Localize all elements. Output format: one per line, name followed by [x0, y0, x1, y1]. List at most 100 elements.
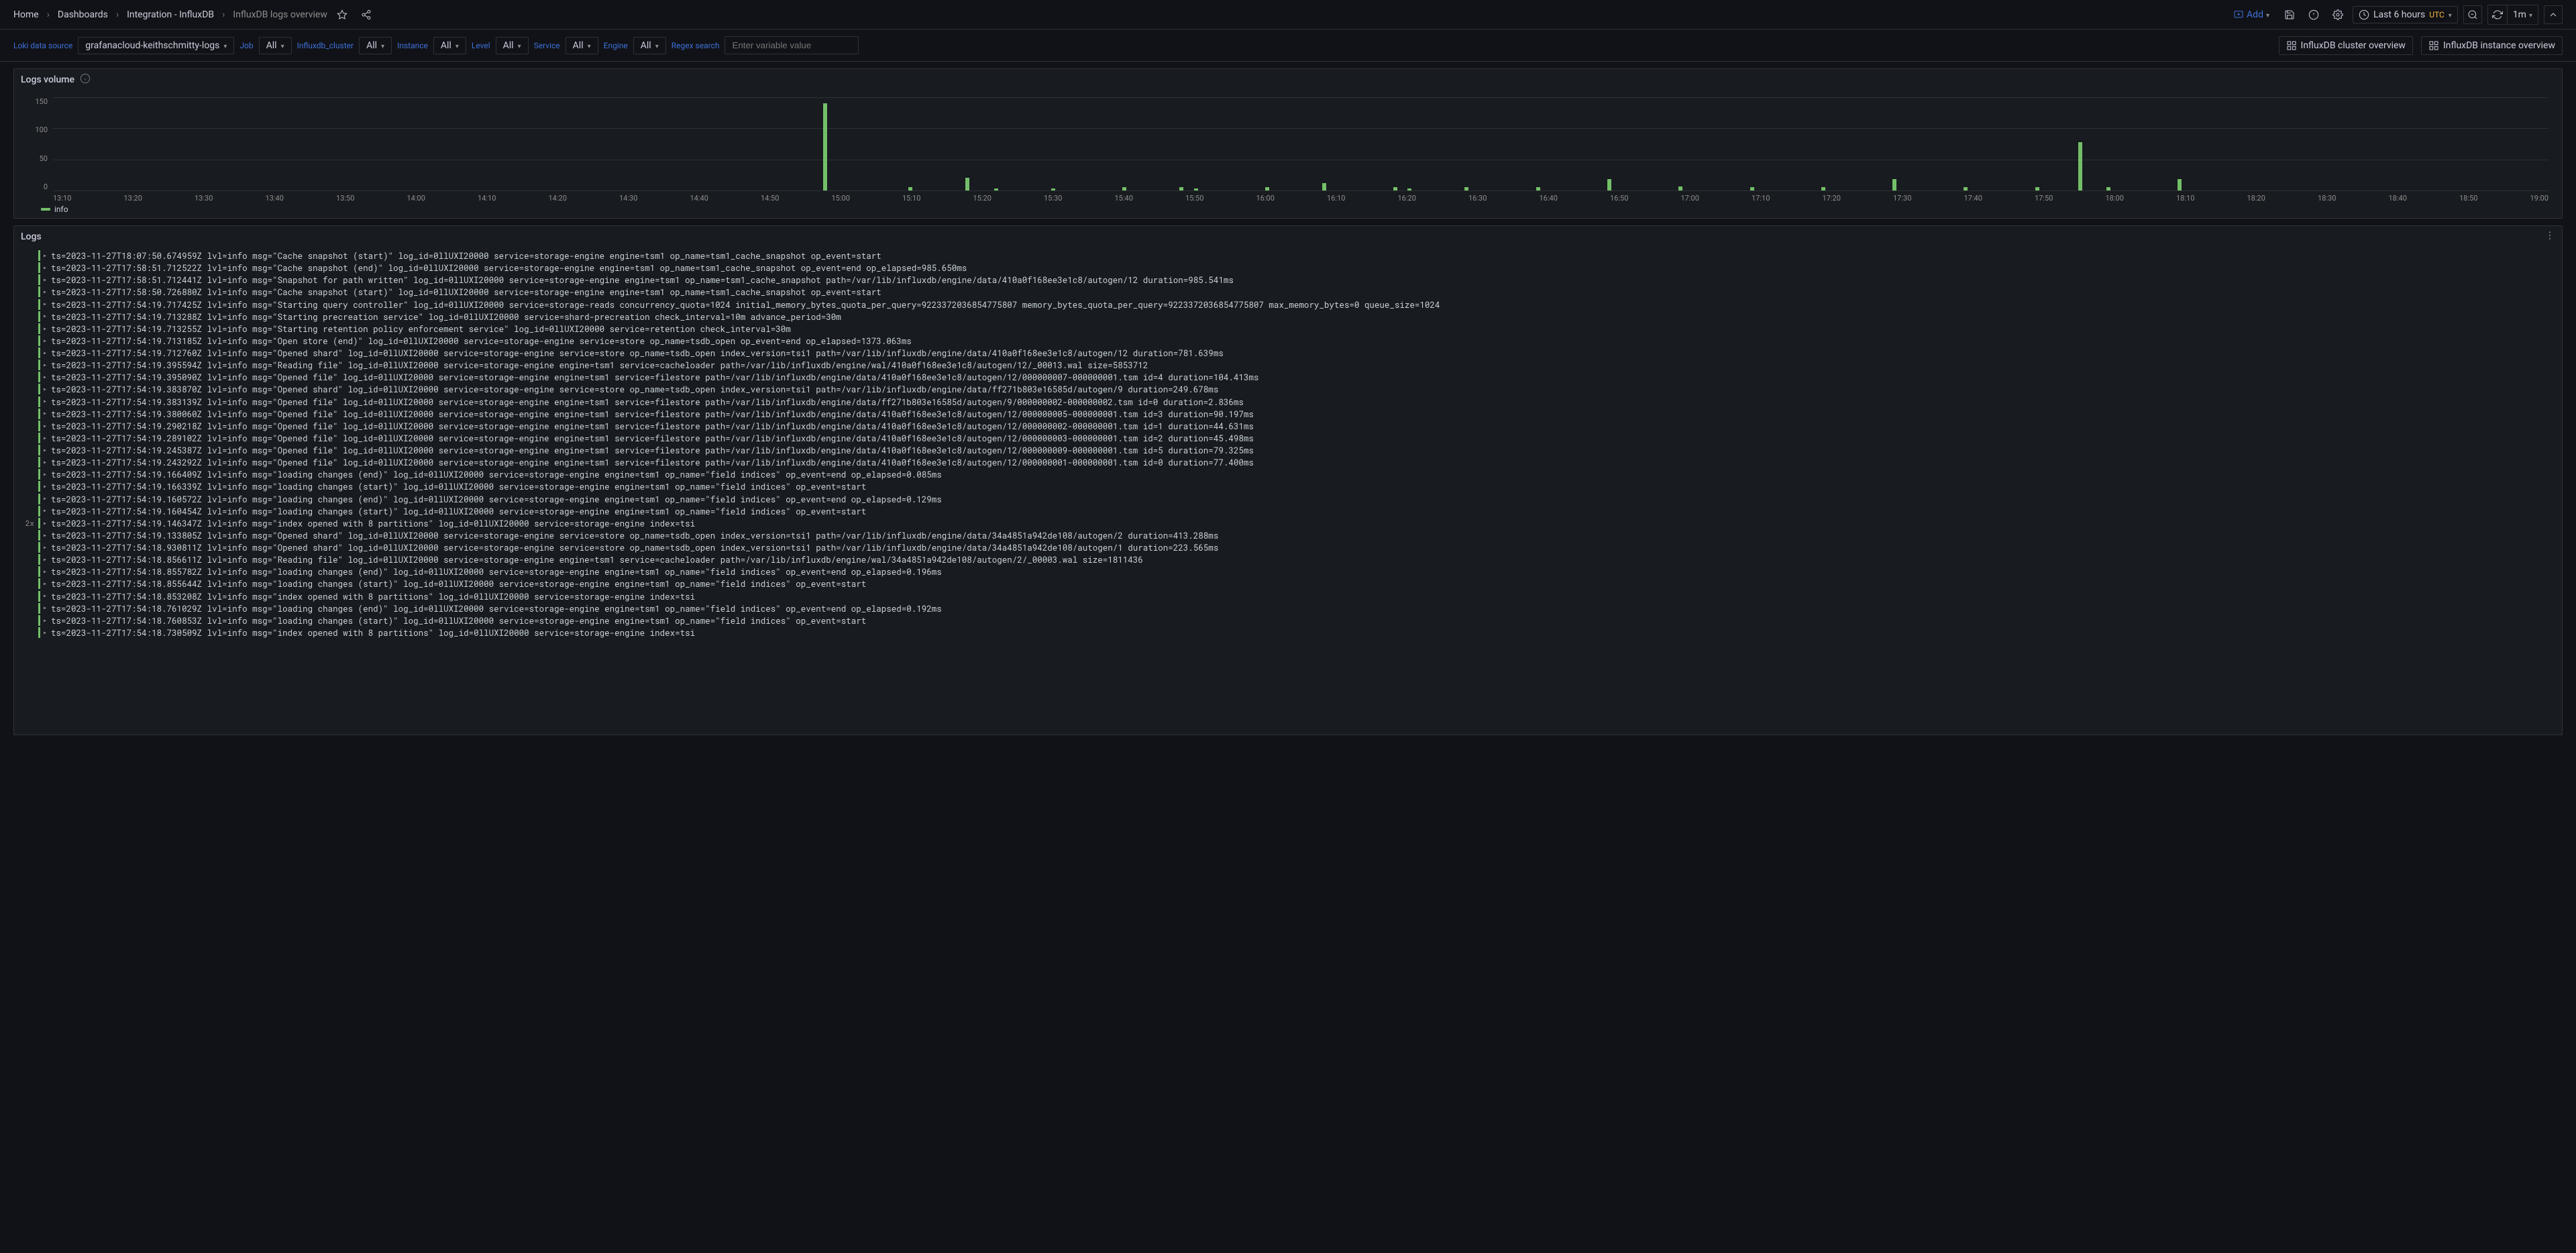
- log-line[interactable]: ▸ts=2023-11-27T17:54:19.383139Z lvl=info…: [21, 396, 2555, 408]
- link-instance-overview[interactable]: InfluxDB instance overview: [2421, 36, 2563, 55]
- log-line[interactable]: ▸ts=2023-11-27T17:54:18.930811Z lvl=info…: [21, 542, 2555, 554]
- kiosk-icon[interactable]: [2544, 5, 2563, 24]
- expand-icon[interactable]: ▸: [43, 579, 47, 589]
- expand-icon[interactable]: ▸: [43, 494, 47, 504]
- var-service-dropdown[interactable]: All: [566, 37, 598, 54]
- log-line[interactable]: ▸ts=2023-11-27T17:54:18.730509Z lvl=info…: [21, 627, 2555, 639]
- log-line[interactable]: ▸ts=2023-11-27T17:54:18.856611Z lvl=info…: [21, 554, 2555, 566]
- expand-icon[interactable]: ▸: [43, 251, 47, 261]
- share-icon[interactable]: [357, 5, 376, 24]
- var-regex-label[interactable]: Regex search: [672, 41, 720, 50]
- panel-title[interactable]: Logs volume: [21, 74, 74, 85]
- log-line[interactable]: ▸ts=2023-11-27T17:54:19.160572Z lvl=info…: [21, 494, 2555, 506]
- log-line[interactable]: ▸ts=2023-11-27T17:54:18.761029Z lvl=info…: [21, 603, 2555, 615]
- expand-icon[interactable]: ▸: [43, 470, 47, 480]
- expand-icon[interactable]: ▸: [43, 591, 47, 601]
- chart-bar[interactable]: [1122, 187, 1126, 190]
- var-regex-input[interactable]: [724, 36, 859, 54]
- expand-icon[interactable]: ▸: [43, 311, 47, 321]
- breadcrumb-home[interactable]: Home: [13, 9, 39, 20]
- var-level-dropdown[interactable]: All: [496, 37, 529, 54]
- expand-icon[interactable]: ▸: [43, 287, 47, 297]
- log-line[interactable]: ▸ts=2023-11-27T17:54:19.383870Z lvl=info…: [21, 384, 2555, 396]
- chart-bar[interactable]: [2078, 142, 2082, 190]
- log-line[interactable]: ▸ts=2023-11-27T17:54:18.855644Z lvl=info…: [21, 578, 2555, 590]
- logs-body[interactable]: ▸ts=2023-11-27T18:07:50.674959Z lvl=info…: [14, 248, 2562, 642]
- log-line[interactable]: ▸ts=2023-11-27T17:54:19.395594Z lvl=info…: [21, 360, 2555, 372]
- expand-icon[interactable]: ▸: [43, 336, 47, 346]
- chart-bar[interactable]: [908, 187, 912, 190]
- log-line[interactable]: ▸ts=2023-11-27T17:54:19.395090Z lvl=info…: [21, 372, 2555, 384]
- chart-bar[interactable]: [1051, 188, 1055, 190]
- chart-area[interactable]: 150100500 13:1013:2013:3013:4013:5014:00…: [14, 91, 2562, 218]
- chart-bar[interactable]: [1322, 183, 1326, 190]
- log-line[interactable]: ▸ts=2023-11-27T17:54:19.713288Z lvl=info…: [21, 311, 2555, 323]
- var-job-dropdown[interactable]: All: [259, 37, 292, 54]
- panel-menu-icon[interactable]: [2544, 230, 2555, 243]
- var-level-label[interactable]: Level: [472, 41, 490, 50]
- chart-bar[interactable]: [1892, 179, 1896, 190]
- expand-icon[interactable]: ▸: [43, 482, 47, 492]
- log-line[interactable]: ▸ts=2023-11-27T17:54:19.160454Z lvl=info…: [21, 506, 2555, 518]
- var-datasource-label[interactable]: Loki data source: [13, 41, 72, 50]
- save-icon[interactable]: [2280, 5, 2299, 24]
- add-button[interactable]: Add: [2228, 7, 2275, 23]
- expand-icon[interactable]: ▸: [43, 519, 47, 529]
- expand-icon[interactable]: ▸: [43, 531, 47, 541]
- chart-bar[interactable]: [1179, 187, 1183, 190]
- log-line[interactable]: ▸ts=2023-11-27T17:54:19.243292Z lvl=info…: [21, 457, 2555, 469]
- log-line[interactable]: ▸ts=2023-11-27T17:54:19.290218Z lvl=info…: [21, 421, 2555, 433]
- chart-legend[interactable]: info: [41, 205, 68, 214]
- log-line[interactable]: ▸ts=2023-11-27T17:58:51.712522Z lvl=info…: [21, 262, 2555, 274]
- log-line[interactable]: ▸ts=2023-11-27T17:54:18.853208Z lvl=info…: [21, 591, 2555, 603]
- var-instance-label[interactable]: Instance: [397, 41, 428, 50]
- var-instance-dropdown[interactable]: All: [433, 37, 466, 54]
- star-icon[interactable]: [333, 5, 352, 24]
- expand-icon[interactable]: ▸: [43, 567, 47, 577]
- expand-icon[interactable]: ▸: [43, 263, 47, 273]
- log-line[interactable]: ▸ts=2023-11-27T17:54:19.133805Z lvl=info…: [21, 530, 2555, 542]
- log-line[interactable]: ▸ts=2023-11-27T18:07:50.674959Z lvl=info…: [21, 250, 2555, 262]
- chart-bar[interactable]: [1407, 188, 1411, 190]
- breadcrumb-dashboards[interactable]: Dashboards: [58, 9, 108, 20]
- var-job-label[interactable]: Job: [239, 41, 253, 50]
- chart-bar[interactable]: [2106, 187, 2110, 190]
- expand-icon[interactable]: ▸: [43, 372, 47, 382]
- var-engine-dropdown[interactable]: All: [633, 37, 666, 54]
- log-line[interactable]: ▸ts=2023-11-27T17:54:19.713185Z lvl=info…: [21, 335, 2555, 347]
- expand-icon[interactable]: ▸: [43, 506, 47, 516]
- help-icon[interactable]: [2304, 5, 2323, 24]
- chart-bar[interactable]: [994, 188, 998, 190]
- log-line[interactable]: ▸ts=2023-11-27T17:54:19.245387Z lvl=info…: [21, 445, 2555, 457]
- expand-icon[interactable]: ▸: [43, 421, 47, 431]
- zoom-out-icon[interactable]: [2463, 5, 2482, 24]
- chart-bar[interactable]: [1821, 187, 1825, 190]
- expand-icon[interactable]: ▸: [43, 616, 47, 626]
- log-line[interactable]: ▸ts=2023-11-27T17:54:19.380060Z lvl=info…: [21, 408, 2555, 421]
- refresh-interval-picker[interactable]: 1m: [2507, 5, 2538, 24]
- chart-bar[interactable]: [1750, 187, 1754, 190]
- expand-icon[interactable]: ▸: [43, 299, 47, 309]
- log-line[interactable]: ▸ts=2023-11-27T17:58:50.726880Z lvl=info…: [21, 286, 2555, 298]
- info-icon[interactable]: [80, 73, 91, 87]
- chart-bar[interactable]: [965, 178, 969, 190]
- log-line[interactable]: ▸ts=2023-11-27T17:54:19.717425Z lvl=info…: [21, 299, 2555, 311]
- expand-icon[interactable]: ▸: [43, 324, 47, 334]
- log-line[interactable]: ▸ts=2023-11-27T17:54:19.166339Z lvl=info…: [21, 481, 2555, 493]
- expand-icon[interactable]: ▸: [43, 348, 47, 358]
- chart-bar[interactable]: [1607, 179, 1611, 190]
- expand-icon[interactable]: ▸: [43, 396, 47, 406]
- log-line[interactable]: ▸ts=2023-11-27T17:54:19.713255Z lvl=info…: [21, 323, 2555, 335]
- link-cluster-overview[interactable]: InfluxDB cluster overview: [2279, 36, 2413, 55]
- refresh-icon[interactable]: [2488, 5, 2507, 24]
- log-line[interactable]: ▸ts=2023-11-27T17:58:51.712441Z lvl=info…: [21, 274, 2555, 286]
- chart-bar[interactable]: [1964, 187, 1968, 190]
- expand-icon[interactable]: ▸: [43, 445, 47, 455]
- expand-icon[interactable]: ▸: [43, 408, 47, 419]
- chart-bar[interactable]: [1464, 187, 1468, 190]
- chart-bar[interactable]: [1536, 187, 1540, 190]
- expand-icon[interactable]: ▸: [43, 360, 47, 370]
- log-line[interactable]: 2x▸ts=2023-11-27T17:54:19.146347Z lvl=in…: [21, 518, 2555, 530]
- var-datasource-dropdown[interactable]: grafanacloud-keithschmitty-logs: [78, 37, 234, 54]
- expand-icon[interactable]: ▸: [43, 457, 47, 468]
